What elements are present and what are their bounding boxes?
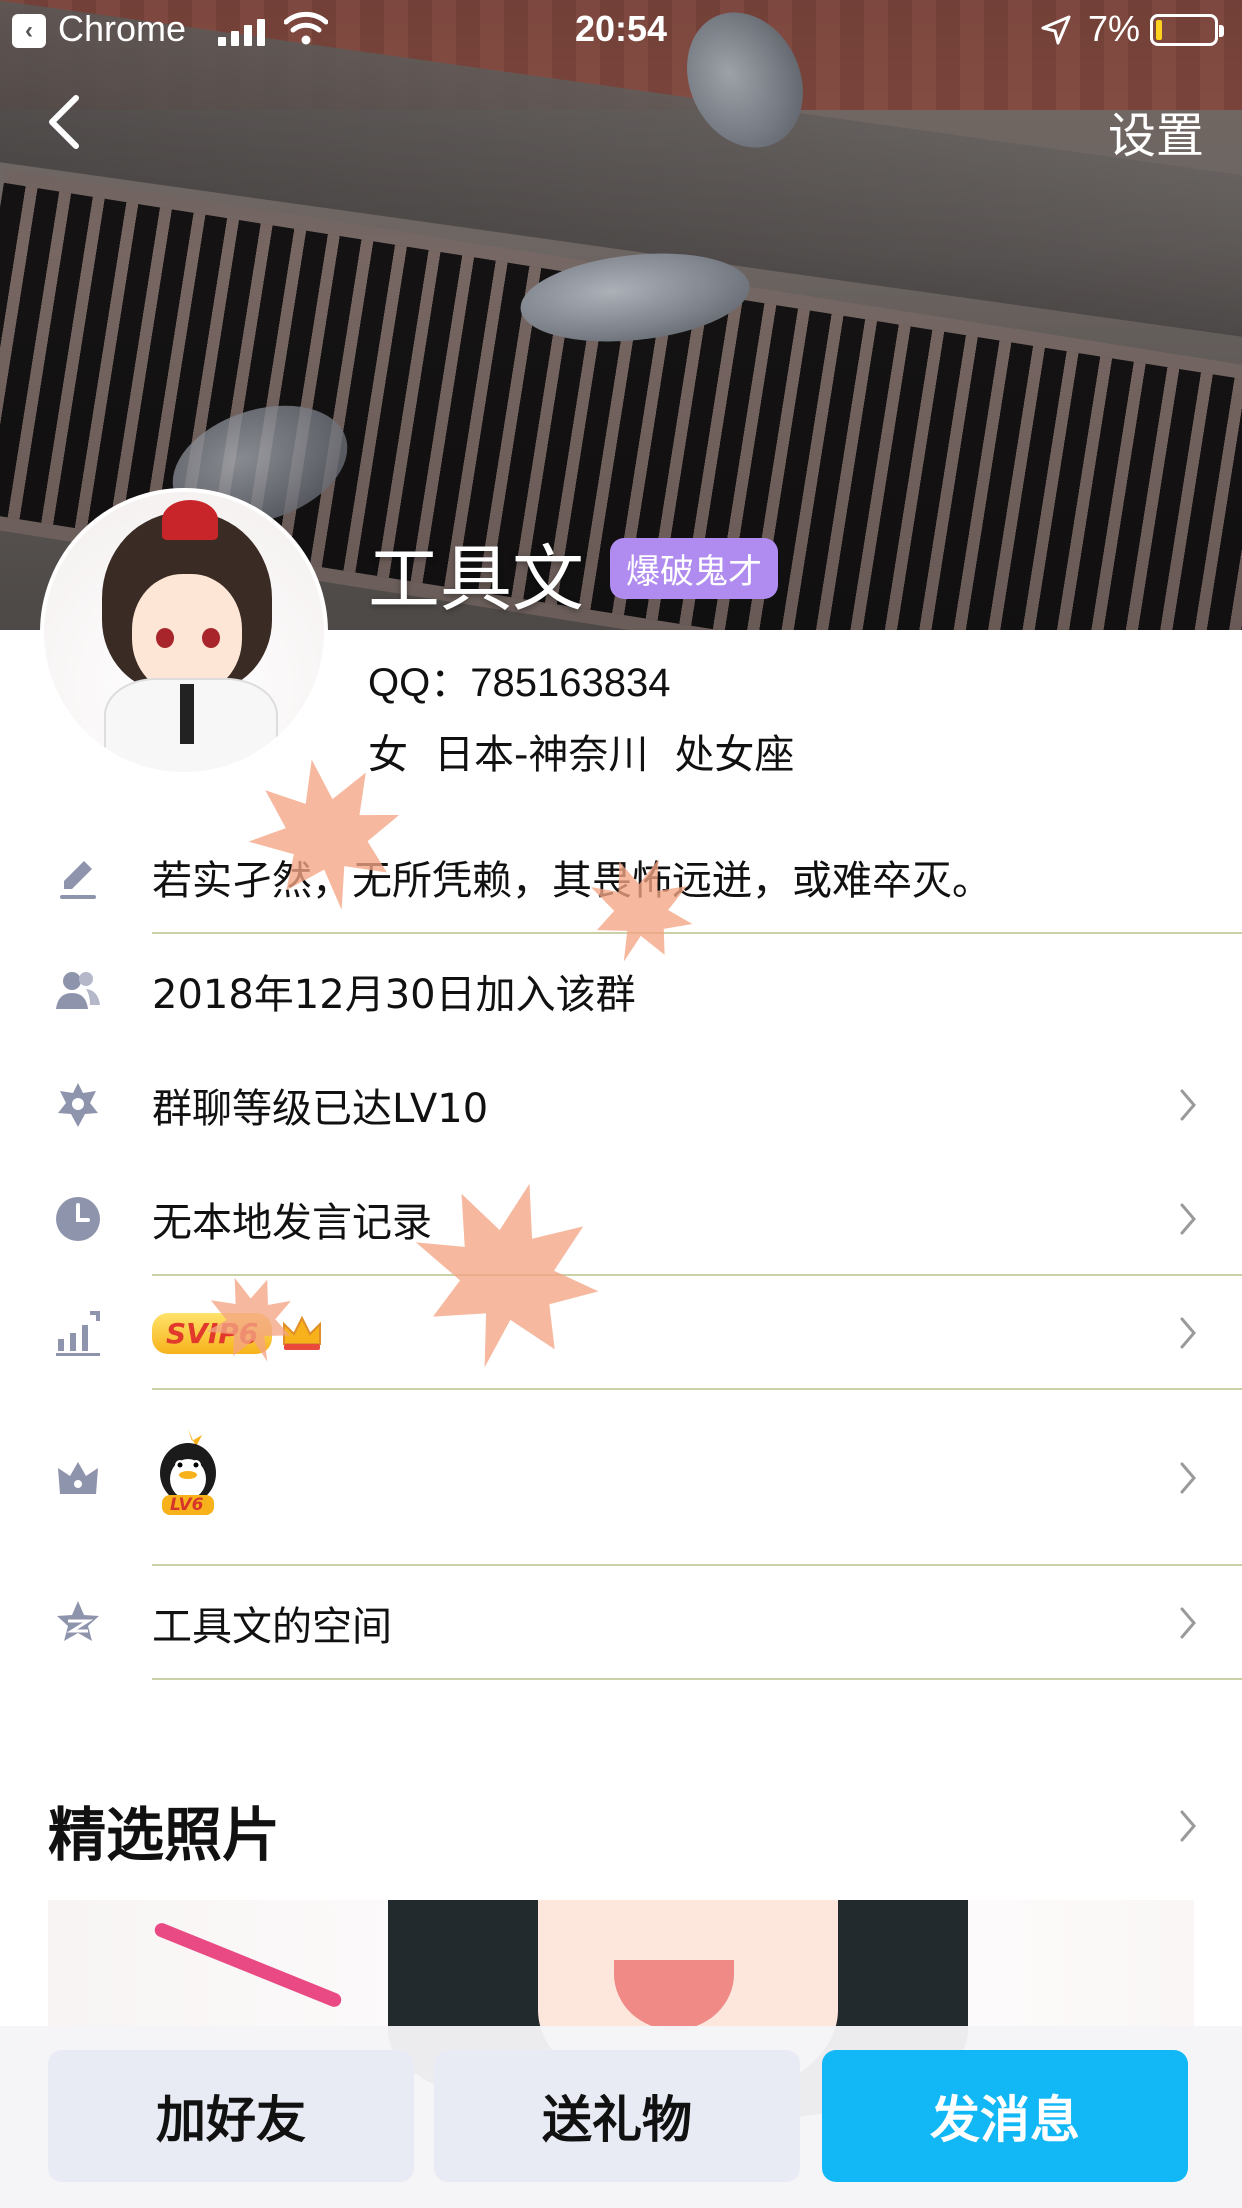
- profile-name: 工具文: [368, 537, 585, 621]
- send-message-button[interactable]: 发消息: [822, 2050, 1188, 2182]
- back-chevron-icon[interactable]: [44, 92, 84, 152]
- qq-level-badge: LV6: [152, 1427, 224, 1529]
- star-badge-icon: [58, 1083, 98, 1127]
- avatar[interactable]: [40, 488, 328, 776]
- signature-text: 若实孑然，无所凭赖，其畏怖远迸，或难卒灭。: [152, 858, 992, 904]
- chevron-right-icon[interactable]: [1178, 1808, 1198, 1844]
- group-level-text: 群聊等级已达LV10: [152, 1086, 489, 1132]
- group-level-row[interactable]: 群聊等级已达LV10: [0, 1048, 1242, 1162]
- chevron-right-icon: [1180, 1462, 1196, 1494]
- battery-percent: 7%: [1088, 8, 1141, 49]
- send-gift-button[interactable]: 送礼物: [434, 2050, 800, 2182]
- bar-chart-icon: [56, 1311, 100, 1356]
- star-icon: [57, 1601, 99, 1641]
- qq-level-row[interactable]: LV6: [0, 1390, 1242, 1566]
- chevron-right-icon: [1180, 1317, 1196, 1349]
- pencil-icon: [60, 861, 96, 899]
- location: 日本-神奈川: [434, 732, 649, 778]
- join-date-text: 2018年12月30日加入该群: [152, 972, 636, 1018]
- qq-level-tag: LV6: [170, 1495, 204, 1515]
- gender: 女: [368, 732, 408, 778]
- people-icon: [56, 972, 100, 1009]
- speech-record-text: 无本地发言记录: [152, 1200, 432, 1246]
- chevron-right-icon: [1180, 1203, 1196, 1235]
- add-friend-button[interactable]: 加好友: [48, 2050, 414, 2182]
- space-text: 工具文的空间: [152, 1604, 392, 1650]
- signature-row[interactable]: 若实孑然，无所凭赖，其畏怖远迸，或难卒灭。: [0, 820, 1242, 934]
- location-arrow-icon: [1041, 15, 1071, 45]
- profile-detail-list: 若实孑然，无所凭赖，其畏怖远迸，或难卒灭。 2018年12月30日加入该群 群聊…: [0, 820, 1242, 1680]
- profile-info-line: 女 日本-神奈川 处女座: [368, 722, 794, 780]
- qq-number: QQ：785163834: [368, 661, 671, 705]
- svip-row[interactable]: SVIP6: [0, 1276, 1242, 1390]
- chevron-right-icon: [1180, 1089, 1196, 1121]
- clock-icon: [56, 1197, 100, 1241]
- battery-level-fill: [1156, 20, 1162, 40]
- settings-button[interactable]: 设置: [1108, 96, 1204, 166]
- chevron-right-icon: [1180, 1607, 1196, 1639]
- join-date-row: 2018年12月30日加入该群: [0, 934, 1242, 1048]
- profile-page: ‹ Chrome 20:54 7% 设置 工具文 爆破鬼才 QQ：7851638…: [0, 0, 1242, 2208]
- space-row[interactable]: 工具文的空间: [0, 1566, 1242, 1680]
- zodiac: 处女座: [674, 732, 795, 778]
- svip-tag: SVIP6: [152, 1312, 273, 1354]
- svip-badges: SVIP6: [152, 1312, 324, 1354]
- speech-record-row[interactable]: 无本地发言记录: [0, 1162, 1242, 1276]
- crown-icon: [58, 1462, 98, 1494]
- battery-icon: [1150, 14, 1224, 46]
- title-badge[interactable]: 爆破鬼才: [610, 538, 778, 599]
- featured-photos-title[interactable]: 精选照片: [48, 1788, 280, 1872]
- status-bar: ‹ Chrome 20:54 7%: [0, 0, 1242, 62]
- crown-icon: [283, 1315, 322, 1350]
